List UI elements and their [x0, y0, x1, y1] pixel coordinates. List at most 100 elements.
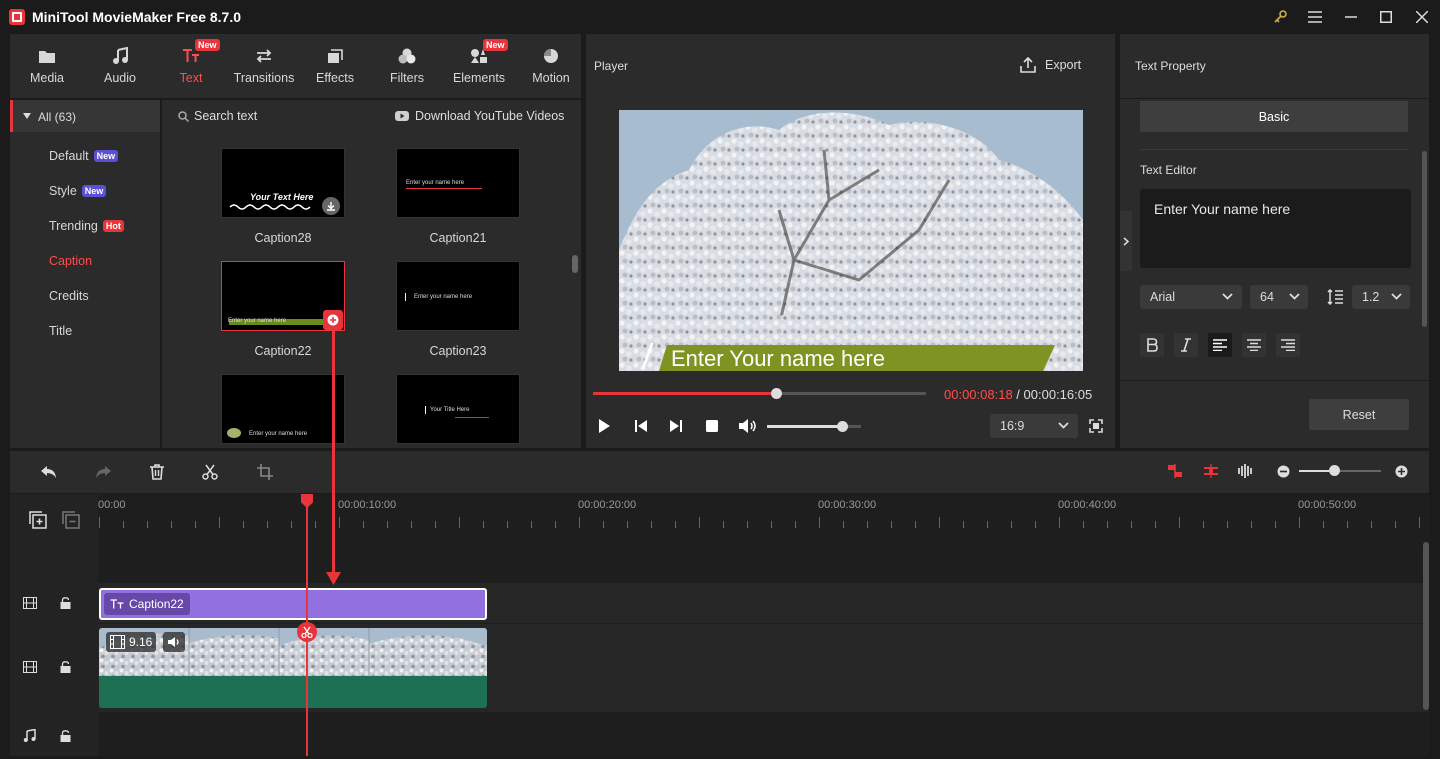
- caption-thumbnail[interactable]: Your Title Here: [396, 374, 520, 444]
- remove-track-button[interactable]: [62, 511, 80, 529]
- caption-clip[interactable]: Caption22: [99, 588, 487, 620]
- lock-icon[interactable]: [60, 730, 71, 742]
- stop-icon: [706, 420, 718, 432]
- caption-text[interactable]: Enter Your name here: [671, 346, 885, 371]
- new-tag: New: [93, 150, 119, 162]
- download-icon[interactable]: [322, 197, 340, 215]
- video-preview[interactable]: Enter Your name here: [619, 110, 1083, 371]
- zoom-handle[interactable]: [1329, 465, 1340, 476]
- reset-button[interactable]: Reset: [1309, 399, 1409, 430]
- search-box[interactable]: Search text: [178, 109, 257, 123]
- align-center-button[interactable]: [1242, 333, 1266, 357]
- play-button[interactable]: [597, 418, 611, 434]
- caption21-thumbnail[interactable]: Enter your name here: [396, 148, 520, 218]
- tab-motion[interactable]: Motion: [515, 34, 587, 98]
- ruler-tick: [843, 521, 844, 528]
- ruler-tick: [987, 521, 988, 528]
- progress-track[interactable]: [593, 388, 926, 399]
- bold-button[interactable]: [1140, 333, 1164, 357]
- align-left-button[interactable]: [1208, 333, 1232, 357]
- aspect-ratio-select[interactable]: 16:9: [990, 414, 1078, 438]
- lock-icon[interactable]: [60, 597, 71, 609]
- timeline-ruler[interactable]: 00:00 00:00:10:00 00:00:20:00 00:00:30:00 00…: [98, 494, 1429, 540]
- film-icon: [23, 597, 37, 609]
- crop-button[interactable]: [257, 464, 273, 480]
- tab-elements[interactable]: Elements New: [443, 34, 515, 98]
- category-title[interactable]: Title: [49, 324, 72, 338]
- tab-basic[interactable]: Basic: [1140, 101, 1408, 132]
- ruler-tick: [435, 521, 436, 528]
- tab-filters[interactable]: Filters: [371, 34, 443, 98]
- category-default[interactable]: Default New: [49, 149, 119, 163]
- divider: [1140, 149, 1408, 150]
- line-spacing-icon: [1327, 289, 1344, 305]
- audio-waveform-button[interactable]: [1237, 464, 1253, 478]
- redo-button[interactable]: [94, 464, 112, 480]
- film-icon: [110, 635, 125, 649]
- video-thumbnails: [99, 628, 487, 676]
- fit-timeline-button[interactable]: [1167, 464, 1183, 478]
- chevron-down-icon: [1289, 293, 1300, 300]
- font-select[interactable]: Arial: [1140, 285, 1242, 309]
- tab-transitions[interactable]: Transitions: [228, 34, 300, 98]
- font-size-select[interactable]: 64: [1250, 285, 1308, 309]
- fullscreen-button[interactable]: [1089, 419, 1103, 433]
- cherry-blossom-image: [619, 110, 1083, 371]
- ruler-label: 00:00:30:00: [818, 499, 877, 511]
- key-icon[interactable]: [1266, 5, 1294, 29]
- undo-button[interactable]: [40, 464, 58, 480]
- minimize-button[interactable]: [1337, 5, 1365, 29]
- lock-icon[interactable]: [60, 661, 71, 673]
- split-button[interactable]: [202, 464, 218, 480]
- delete-button[interactable]: [149, 464, 165, 480]
- split-at-playhead-button[interactable]: [297, 622, 317, 642]
- tab-effects[interactable]: Effects: [299, 34, 371, 98]
- video-clip[interactable]: 9.16: [99, 628, 487, 708]
- collapse-panel-button[interactable]: [1120, 211, 1132, 271]
- filters-icon: [398, 46, 416, 66]
- previous-frame-button[interactable]: [634, 419, 648, 433]
- category-credits[interactable]: Credits: [49, 289, 89, 303]
- caption22-thumbnail[interactable]: Enter your name here: [221, 261, 345, 331]
- caption-thumbnail[interactable]: Enter your name here: [221, 374, 345, 444]
- ruler-tick: [1083, 521, 1084, 528]
- export-button[interactable]: Export: [1019, 57, 1081, 73]
- ruler-tick: [1275, 521, 1276, 528]
- library-scrollbar[interactable]: [572, 255, 578, 273]
- volume-slider[interactable]: [767, 421, 861, 432]
- property-scrollbar[interactable]: [1422, 151, 1427, 327]
- add-track-icon: [29, 511, 47, 529]
- zoom-slider[interactable]: [1299, 465, 1381, 476]
- italic-button[interactable]: [1174, 333, 1198, 357]
- download-youtube-button[interactable]: Download YouTube Videos: [395, 109, 564, 123]
- text-editor-input[interactable]: Enter Your name here: [1140, 189, 1411, 268]
- next-frame-button[interactable]: [669, 419, 683, 433]
- tab-text[interactable]: Text New: [155, 34, 227, 98]
- maximize-button[interactable]: [1372, 5, 1400, 29]
- divider: [1120, 98, 1429, 99]
- line-spacing-select[interactable]: 1.2: [1352, 285, 1410, 309]
- caption28-thumbnail[interactable]: Your Text Here: [221, 148, 345, 218]
- tab-audio[interactable]: Audio: [84, 34, 156, 98]
- close-button[interactable]: [1408, 5, 1436, 29]
- menu-icon[interactable]: [1301, 5, 1329, 29]
- category-trending[interactable]: Trending Hot: [49, 219, 124, 233]
- timeline-scrollbar[interactable]: [1423, 542, 1429, 710]
- zoom-out-button[interactable]: [1277, 465, 1290, 478]
- new-badge: New: [483, 39, 508, 51]
- snap-button[interactable]: [1203, 464, 1219, 478]
- caption23-thumbnail[interactable]: Enter your name here: [396, 261, 520, 331]
- category-style[interactable]: Style New: [49, 184, 107, 198]
- volume-button[interactable]: [738, 418, 758, 434]
- align-right-button[interactable]: [1276, 333, 1300, 357]
- new-badge: New: [195, 39, 220, 51]
- zoom-in-button[interactable]: [1395, 465, 1408, 478]
- tab-media[interactable]: Media: [11, 34, 83, 98]
- ruler-tick: [819, 517, 820, 528]
- clip-audio-box[interactable]: [163, 632, 185, 652]
- stop-button[interactable]: [706, 420, 718, 432]
- category-all[interactable]: All (63): [10, 100, 160, 132]
- player-title: Player: [594, 59, 629, 73]
- add-track-button[interactable]: [29, 511, 47, 529]
- category-caption[interactable]: Caption: [49, 254, 92, 268]
